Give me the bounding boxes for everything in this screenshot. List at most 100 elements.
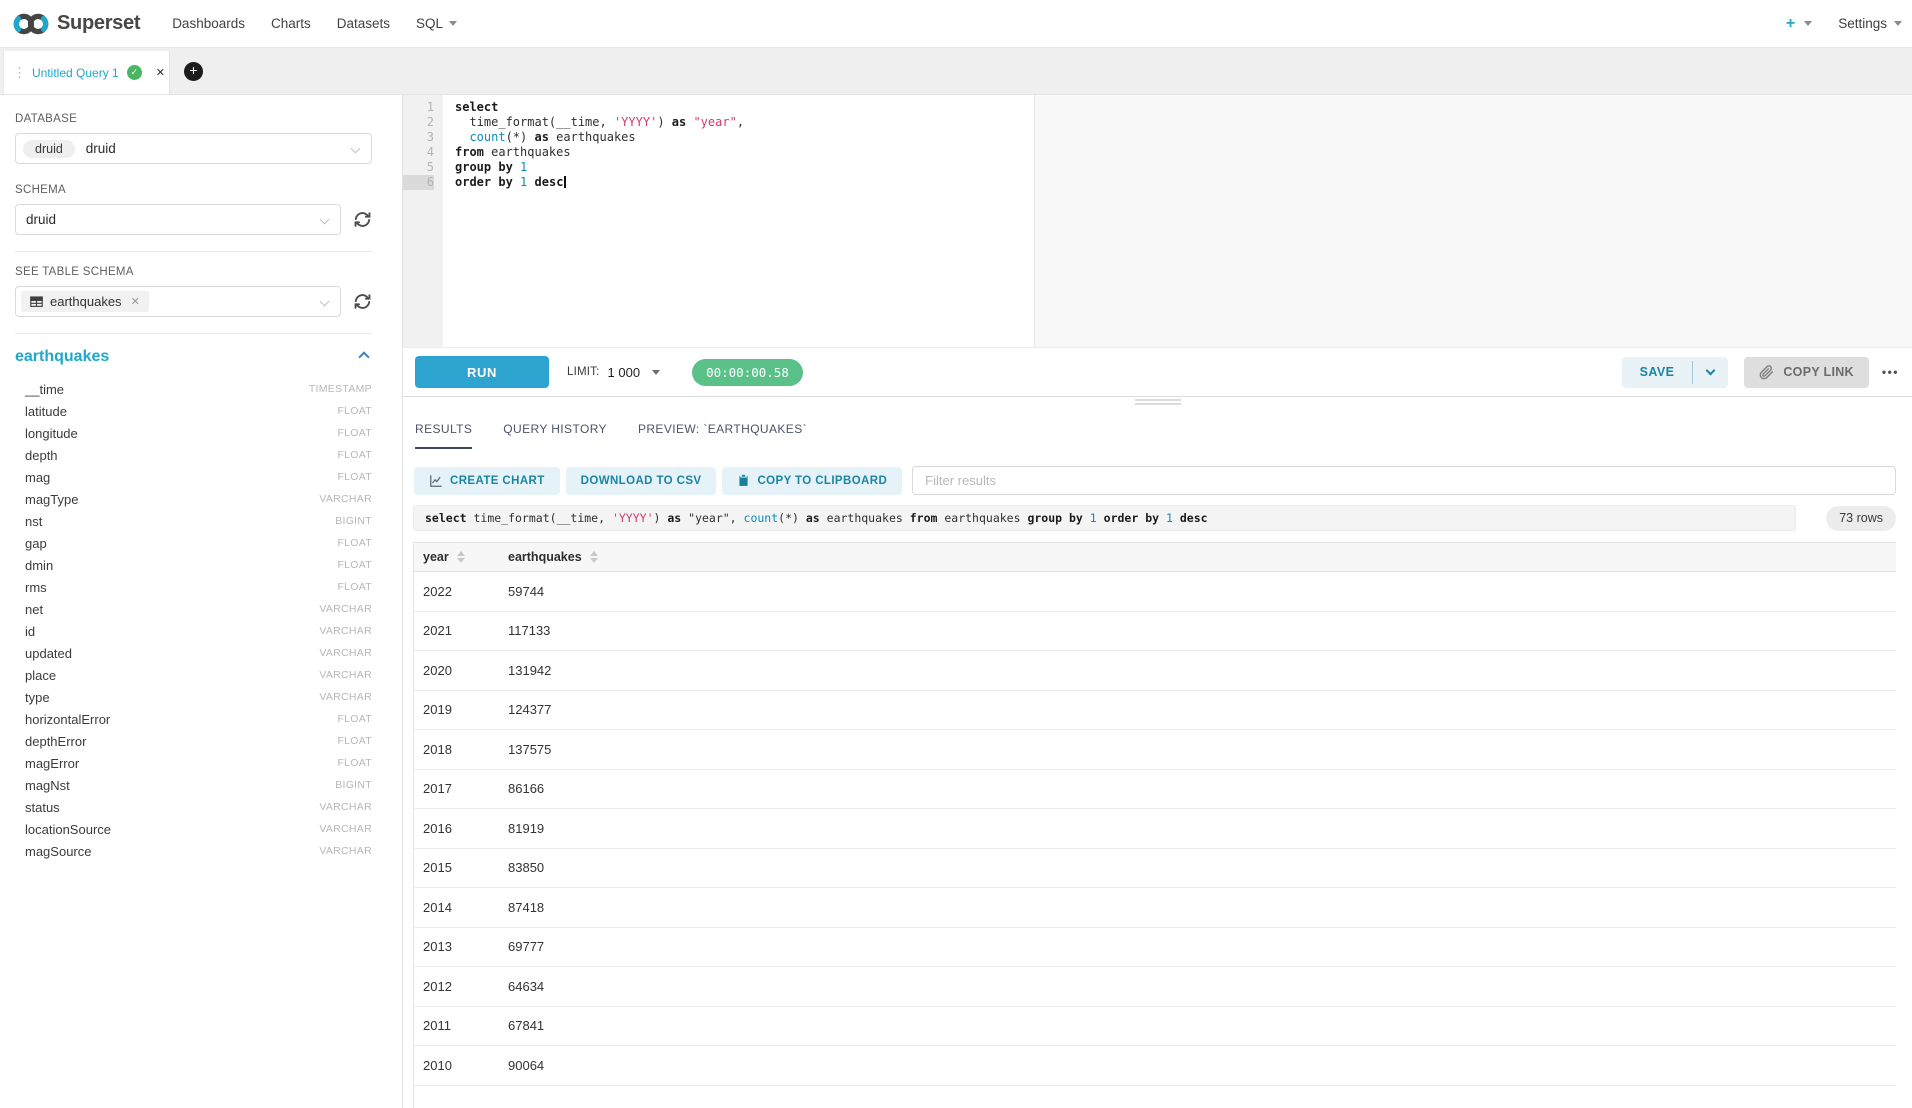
column-name: status <box>25 800 60 815</box>
column-name: __time <box>25 382 64 397</box>
table-row: 2013 69777 <box>414 928 1896 968</box>
schema-label: SCHEMA <box>15 184 372 196</box>
limit-dropdown[interactable]: LIMIT: 1 000 <box>567 365 660 380</box>
table-row: 2016 81919 <box>414 809 1896 849</box>
chevron-down-icon <box>320 215 330 225</box>
database-select[interactable]: druid druid <box>15 133 372 164</box>
schema-column-row: latitude FLOAT <box>15 400 372 422</box>
editor-code[interactable]: select time_format(__time, 'YYYY') as "y… <box>443 95 1912 347</box>
main-menu: Dashboards Charts Datasets SQL <box>159 16 470 31</box>
schema-column-row: magSource VARCHAR <box>15 840 372 862</box>
results-table-header: year earthquakes <box>414 542 1896 572</box>
limit-value: 1 000 <box>608 365 641 380</box>
copy-link-button[interactable]: COPY LINK <box>1744 357 1869 388</box>
elapsed-timer-badge: 00:00:00.58 <box>692 359 803 386</box>
tab-results[interactable]: RESULTS <box>415 422 472 449</box>
new-item-button[interactable]: + <box>1786 15 1812 33</box>
table-title: earthquakes <box>15 348 109 366</box>
sort-icon[interactable] <box>457 551 465 563</box>
column-type: FLOAT <box>337 559 372 571</box>
menu-charts[interactable]: Charts <box>258 16 324 31</box>
menu-dashboards[interactable]: Dashboards <box>159 16 258 31</box>
schema-column-row: locationSource VARCHAR <box>15 818 372 840</box>
sql-editor[interactable]: 123456 select time_format(__time, 'YYYY'… <box>403 95 1912 347</box>
column-type: VARCHAR <box>319 669 372 681</box>
copy-clipboard-label: COPY TO CLIPBOARD <box>757 475 887 487</box>
sqllab-sidebar: DATABASE druid druid SCHEMA druid <box>0 95 403 1108</box>
code-line: from earthquakes <box>455 145 1912 160</box>
close-tab-icon[interactable]: ✕ <box>156 66 165 79</box>
sidebar-divider <box>15 251 372 252</box>
database-label: DATABASE <box>15 113 372 125</box>
menu-sql[interactable]: SQL <box>403 16 470 31</box>
cell-year: 2013 <box>414 928 508 967</box>
line-number: 2 <box>403 115 434 130</box>
save-dropdown-button[interactable] <box>1693 357 1728 388</box>
column-header-earthquakes[interactable]: earthquakes <box>508 543 1896 571</box>
line-number: 4 <box>403 145 434 160</box>
pane-resizer[interactable] <box>403 396 1912 408</box>
schema-column-row: longitude FLOAT <box>15 422 372 444</box>
remove-table-icon[interactable]: ✕ <box>131 295 140 308</box>
cell-year: 2019 <box>414 691 508 730</box>
column-type: FLOAT <box>337 449 372 461</box>
column-type: FLOAT <box>337 581 372 593</box>
more-actions-button[interactable]: ••• <box>1882 365 1899 379</box>
code-line: time_format(__time, 'YYYY') as "year", <box>455 115 1912 130</box>
column-name: longitude <box>25 426 78 441</box>
settings-menu[interactable]: Settings <box>1838 16 1902 31</box>
sort-icon[interactable] <box>590 551 598 563</box>
column-header-year[interactable]: year <box>414 543 508 571</box>
schema-column-row: net VARCHAR <box>15 598 372 620</box>
schema-column-row: dmin FLOAT <box>15 554 372 576</box>
editor-gutter: 123456 <box>403 95 443 347</box>
code-line: group by 1 <box>455 160 1912 175</box>
column-header-label: year <box>423 550 449 564</box>
tab-preview-earthquakes[interactable]: PREVIEW: `EARTHQUAKES` <box>638 422 807 449</box>
run-button[interactable]: RUN <box>415 356 549 388</box>
cell-year: 2014 <box>414 888 508 927</box>
refresh-schemas-icon[interactable] <box>353 210 372 229</box>
tab-query-history[interactable]: QUERY HISTORY <box>503 422 607 449</box>
collapse-table-icon[interactable] <box>358 351 369 362</box>
sql-workspace: 123456 select time_format(__time, 'YYYY'… <box>403 95 1912 1108</box>
line-number: 5 <box>403 160 434 175</box>
drag-handle-icon[interactable]: ⋮ <box>13 65 24 81</box>
column-type: FLOAT <box>337 713 372 725</box>
row-count-badge: 73 rows <box>1826 506 1896 531</box>
table-row: 2012 64634 <box>414 967 1896 1007</box>
code-line: order by 1 desc <box>455 175 1912 190</box>
column-name: rms <box>25 580 47 595</box>
download-csv-button[interactable]: DOWNLOAD TO CSV <box>566 467 717 495</box>
filter-results-input[interactable] <box>912 466 1896 495</box>
create-chart-button[interactable]: CREATE CHART <box>414 467 560 495</box>
table-select[interactable]: earthquakes ✕ <box>15 286 341 317</box>
superset-infinity-icon <box>12 11 50 37</box>
chevron-down-icon <box>1706 366 1716 376</box>
column-type: TIMESTAMP <box>309 383 372 395</box>
table-row: 2018 137575 <box>414 730 1896 770</box>
line-number: 6 <box>403 175 434 190</box>
schema-column-row: rms FLOAT <box>15 576 372 598</box>
table-row: 2020 131942 <box>414 651 1896 691</box>
menu-datasets[interactable]: Datasets <box>324 16 403 31</box>
column-type: FLOAT <box>337 405 372 417</box>
add-tab-button[interactable]: + <box>184 62 203 81</box>
schema-column-row: id VARCHAR <box>15 620 372 642</box>
cell-earthquakes: 137575 <box>508 730 1896 769</box>
copy-clipboard-button[interactable]: COPY TO CLIPBOARD <box>722 467 902 495</box>
schema-select[interactable]: druid <box>15 204 341 235</box>
editor-toolbar: RUN LIMIT: 1 000 00:00:00.58 SAVE <box>403 347 1912 396</box>
cell-earthquakes: 83850 <box>508 849 1896 888</box>
text-cursor <box>564 176 566 188</box>
column-type: FLOAT <box>337 537 372 549</box>
tab-untitled-query-1[interactable]: ⋮ Untitled Query 1 ✕ <box>3 51 170 94</box>
save-button[interactable]: SAVE <box>1622 357 1693 388</box>
table-row: 2022 59744 <box>414 572 1896 612</box>
cell-earthquakes: 69777 <box>508 928 1896 967</box>
table-row: 2017 86166 <box>414 770 1896 810</box>
superset-logo[interactable]: Superset <box>12 11 140 37</box>
refresh-tables-icon[interactable] <box>353 292 372 311</box>
column-name: gap <box>25 536 47 551</box>
column-type: FLOAT <box>337 471 372 483</box>
